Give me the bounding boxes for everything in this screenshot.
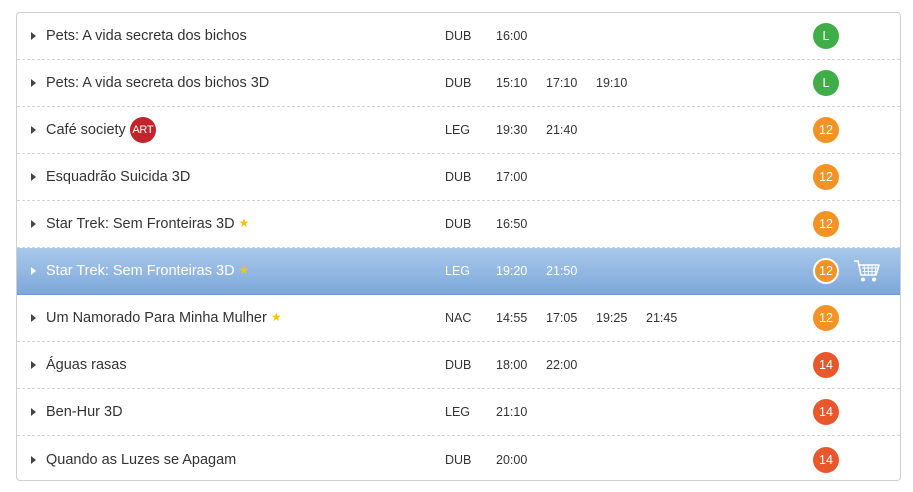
showtime[interactable]: 18:00: [496, 358, 546, 372]
showtimes: 18:00 22:00: [496, 342, 596, 388]
showtimes: 16:00: [496, 13, 546, 59]
sessions-panel: Pets: A vida secreta dos bichos DUB 16:00 L…: [16, 12, 901, 481]
age-rating-badge: 14: [813, 399, 839, 425]
language-label: LEG: [445, 264, 471, 278]
triangle-right-icon[interactable]: [31, 361, 36, 369]
movie-title[interactable]: Café society: [46, 122, 126, 138]
triangle-right-icon[interactable]: [31, 79, 36, 87]
showtimes: 14:55 17:05 19:25 21:45: [496, 295, 696, 341]
age-rating-badge: L: [813, 70, 839, 96]
showtime[interactable]: 22:00: [546, 358, 596, 372]
showtimes: 15:10 17:10 19:10: [496, 60, 646, 106]
movie-title-cell: Águas rasas: [46, 342, 127, 388]
showtime[interactable]: 19:20: [496, 264, 546, 278]
session-row[interactable]: Águas rasas DUB 18:00 22:00 14: [17, 342, 900, 389]
age-rating-badge: 14: [813, 446, 839, 473]
showtime[interactable]: 19:25: [596, 311, 646, 325]
showtimes: 19:20 21:50: [496, 248, 596, 294]
session-row[interactable]: Pets: A vida secreta dos bichos 3D DUB 15:…: [17, 60, 900, 107]
star-icon: ★: [270, 310, 282, 324]
showtime[interactable]: 17:00: [496, 170, 546, 184]
language-label: DUB: [445, 217, 472, 231]
age-rating-badge: 12: [813, 117, 839, 143]
language-label: DUB: [445, 358, 472, 372]
showtime[interactable]: 17:05: [546, 311, 596, 325]
showtime[interactable]: 21:10: [496, 405, 546, 419]
age-rating-badge: 12: [813, 258, 839, 284]
movie-title-cell: Pets: A vida secreta dos bichos 3D: [46, 60, 269, 106]
star-icon: ★: [238, 263, 250, 277]
showtime[interactable]: 16:50: [496, 217, 546, 231]
movie-title[interactable]: Quando as Luzes se Apagam: [46, 452, 236, 468]
language-label: NAC: [445, 311, 472, 325]
session-row[interactable]: Pets: A vida secreta dos bichos DUB 16:00 L: [17, 13, 900, 60]
language-label: DUB: [445, 452, 472, 467]
showtime[interactable]: 16:00: [496, 29, 546, 43]
showtime[interactable]: 21:40: [546, 123, 596, 137]
language-label: DUB: [445, 170, 472, 184]
age-rating-badge: 12: [813, 305, 839, 331]
movie-title[interactable]: Ben-Hur 3D: [46, 404, 123, 420]
movie-title[interactable]: Águas rasas: [46, 357, 127, 373]
showtimes: 19:30 21:40: [496, 107, 596, 153]
showtimes: 21:10: [496, 389, 546, 435]
movie-title[interactable]: Esquadrão Suicida 3D: [46, 169, 190, 185]
sessions-list: Pets: A vida secreta dos bichos DUB 16:00 L…: [17, 13, 900, 480]
triangle-right-icon[interactable]: [31, 267, 36, 275]
movie-title[interactable]: Pets: A vida secreta dos bichos 3D: [46, 75, 269, 91]
triangle-right-icon[interactable]: [31, 455, 36, 464]
triangle-right-icon[interactable]: [31, 126, 36, 134]
age-rating-badge: L: [813, 23, 839, 49]
session-row[interactable]: Um Namorado Para Minha Mulher ★ NAC 14:55 17…: [17, 295, 900, 342]
showtime[interactable]: 15:10: [496, 76, 546, 90]
language-label: LEG: [445, 405, 471, 419]
showtimes: 16:50: [496, 201, 546, 247]
language-label: DUB: [445, 29, 472, 43]
movie-title-cell: Um Namorado Para Minha Mulher ★: [46, 295, 282, 341]
age-rating-badge: 12: [813, 164, 839, 190]
showtime[interactable]: 19:30: [496, 123, 546, 137]
art-badge: ART: [129, 117, 156, 143]
session-row[interactable]: Star Trek: Sem Fronteiras 3D ★ DUB 16:50 12: [17, 201, 900, 248]
triangle-right-icon[interactable]: [31, 220, 36, 228]
triangle-right-icon[interactable]: [31, 173, 36, 181]
movie-title-cell: Café society ART: [46, 107, 156, 153]
language-label: LEG: [445, 123, 471, 137]
age-rating-badge: 14: [813, 352, 839, 378]
language-label: DUB: [445, 76, 472, 90]
triangle-right-icon[interactable]: [31, 32, 36, 40]
movie-title[interactable]: Star Trek: Sem Fronteiras 3D: [46, 216, 235, 232]
movie-title[interactable]: Star Trek: Sem Fronteiras 3D: [46, 263, 235, 279]
showtime[interactable]: 17:10: [546, 76, 596, 90]
movie-title-cell: Pets: A vida secreta dos bichos: [46, 13, 247, 59]
showtime[interactable]: 21:45: [646, 311, 696, 325]
session-row[interactable]: Ben-Hur 3D LEG 21:10 14: [17, 389, 900, 436]
movie-title[interactable]: Pets: A vida secreta dos bichos: [46, 28, 247, 44]
movie-title-cell: Esquadrão Suicida 3D: [46, 154, 190, 200]
movie-title-cell: Star Trek: Sem Fronteiras 3D ★: [46, 201, 249, 247]
showtime[interactable]: 20:00: [496, 453, 546, 467]
showtime[interactable]: 14:55: [496, 311, 546, 325]
movie-title-cell: Star Trek: Sem Fronteiras 3D ★: [46, 248, 249, 294]
movie-title-cell: Ben-Hur 3D: [46, 389, 123, 435]
showtimes: 17:00: [496, 154, 546, 200]
shopping-cart-icon[interactable]: [853, 258, 881, 284]
movie-title-cell: Quando as Luzes se Apagam: [46, 436, 236, 480]
session-row[interactable]: Café society ART LEG 19:30 21:40 12: [17, 107, 900, 154]
triangle-right-icon[interactable]: [31, 314, 36, 322]
showtime[interactable]: 19:10: [596, 76, 646, 90]
session-row[interactable]: Star Trek: Sem Fronteiras 3D ★ LEG 19:20 21:…: [17, 248, 900, 295]
session-row[interactable]: Quando as Luzes se Apagam DUB 20:00 14: [17, 436, 900, 480]
movie-title[interactable]: Um Namorado Para Minha Mulher: [46, 310, 267, 326]
age-rating-badge: 12: [813, 211, 839, 237]
session-row[interactable]: Esquadrão Suicida 3D DUB 17:00 12: [17, 154, 900, 201]
triangle-right-icon[interactable]: [31, 408, 36, 416]
showtimes: 20:00: [496, 436, 546, 480]
showtime[interactable]: 21:50: [546, 264, 596, 278]
star-icon: ★: [238, 216, 250, 230]
